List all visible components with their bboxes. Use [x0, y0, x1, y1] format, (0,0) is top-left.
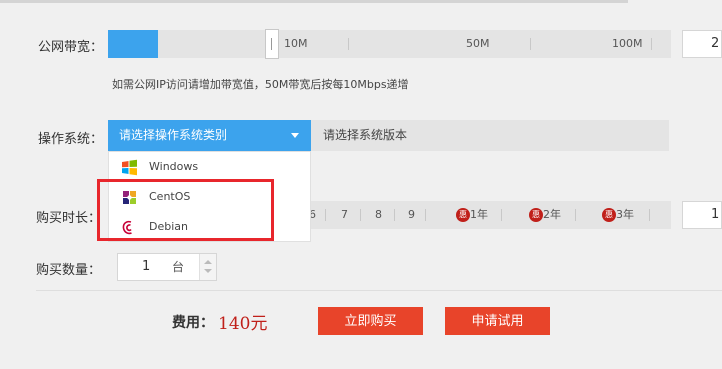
annotation-highlight-box: [97, 179, 274, 241]
duration-month-7[interactable]: 7: [341, 201, 348, 229]
duration-separator: [394, 209, 395, 221]
duration-year-2[interactable]: 2年: [543, 201, 561, 229]
duration-month-8[interactable]: 8: [375, 201, 382, 229]
fee-label: 费用：: [172, 315, 214, 331]
quantity-spinner[interactable]: [199, 254, 216, 280]
increment-icon[interactable]: [204, 260, 212, 264]
quantity-value[interactable]: 1: [142, 254, 150, 280]
bandwidth-hint: 如需公网IP访问请增加带宽值，50M带宽后按每10Mbps递增: [112, 78, 409, 91]
bandwidth-label: 公网带宽：: [38, 40, 104, 55]
bandwidth-tick-separator: [651, 38, 652, 50]
duration-separator: [360, 209, 361, 221]
bandwidth-slider[interactable]: 10M 50M 100M: [108, 29, 671, 59]
duration-separator: [649, 209, 650, 221]
bandwidth-tick-50m[interactable]: 50M: [466, 30, 490, 58]
os-label: 操作系统：: [38, 132, 104, 147]
buy-now-button[interactable]: 立即购买: [318, 307, 423, 335]
top-divider: [0, 0, 628, 3]
bandwidth-slider-fill: [108, 30, 158, 58]
os-version-select[interactable]: 请选择系统版本: [311, 120, 669, 151]
os-option-windows[interactable]: Windows: [109, 152, 312, 182]
bandwidth-tick-10m[interactable]: 10M: [284, 30, 308, 58]
duration-separator: [575, 209, 576, 221]
windows-icon: [122, 159, 137, 176]
quantity-stepper[interactable]: 1 台: [117, 253, 217, 281]
bandwidth-slider-handle[interactable]: [265, 29, 279, 59]
os-option-label: Windows: [149, 160, 199, 173]
bandwidth-tick-separator: [348, 38, 349, 50]
discount-badge-icon: 惠: [602, 208, 616, 222]
quantity-label: 购买数量：: [36, 263, 102, 278]
duration-separator: [325, 209, 326, 221]
duration-separator: [501, 209, 502, 221]
duration-input[interactable]: 1: [682, 201, 722, 229]
duration-year-3[interactable]: 3年: [616, 201, 634, 229]
fee-value: 140元: [218, 314, 268, 334]
discount-badge-icon: 惠: [456, 208, 470, 222]
duration-separator: [425, 209, 426, 221]
bandwidth-input[interactable]: 2: [682, 30, 722, 58]
chevron-down-icon: [291, 133, 299, 138]
quantity-unit: 台: [172, 260, 185, 274]
bandwidth-tick-100m[interactable]: 100M: [612, 30, 643, 58]
duration-month-9[interactable]: 9: [408, 201, 415, 229]
duration-year-1[interactable]: 1年: [470, 201, 488, 229]
bandwidth-tick-separator: [530, 38, 531, 50]
section-divider: [36, 290, 722, 291]
os-category-select[interactable]: 请选择操作系统类别: [108, 120, 311, 151]
apply-trial-button[interactable]: 申请试用: [445, 307, 550, 335]
os-category-placeholder: 请选择操作系统类别: [119, 128, 228, 142]
discount-badge-icon: 惠: [529, 208, 543, 222]
duration-label: 购买时长：: [36, 211, 102, 226]
duration-slider[interactable]: 6 7 8 9 惠 1年 惠 2年 惠 3年: [275, 201, 671, 229]
decrement-icon[interactable]: [204, 269, 212, 273]
